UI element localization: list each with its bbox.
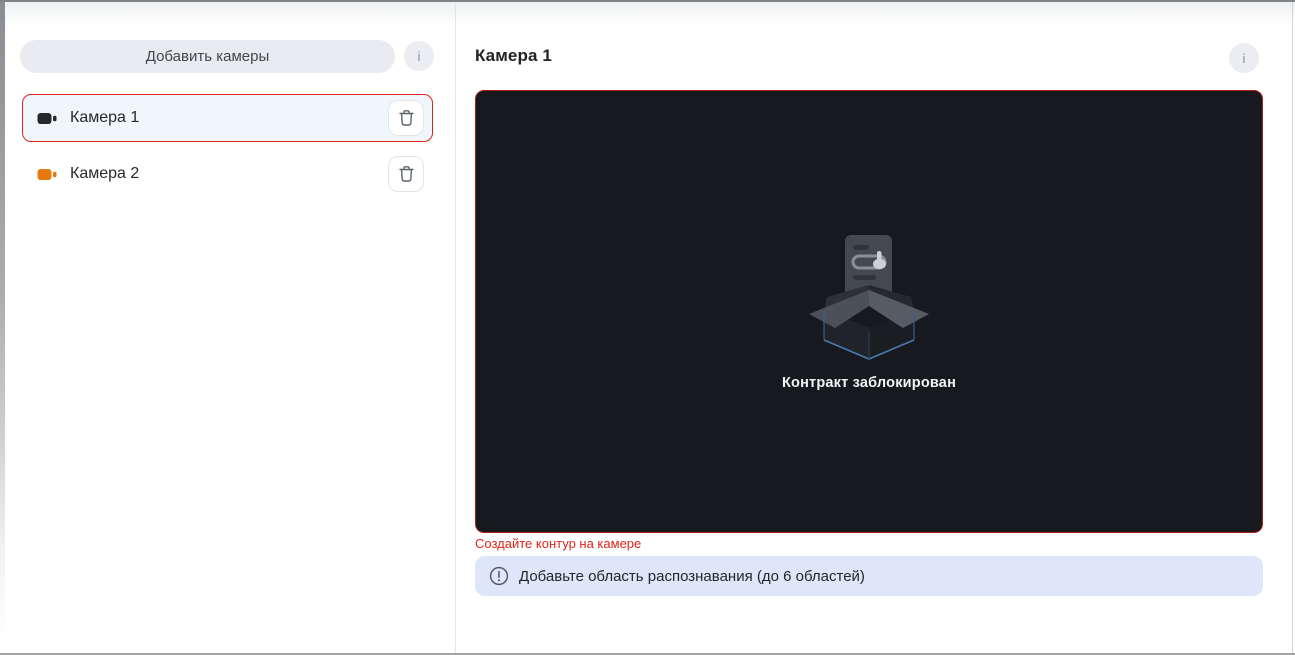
video-status-text: Контракт заблокирован [781, 374, 957, 391]
window-top-edge [0, 0, 1295, 2]
validation-error-text: Создайте контур на камере [475, 536, 642, 551]
window-left-shadow [0, 2, 5, 642]
circle-exclamation-icon [489, 566, 509, 586]
video-camera-icon [37, 168, 57, 180]
panel-info-button[interactable]: i [1229, 43, 1259, 73]
camera-sidebar: Добавить камеры i Камера 1 Камера 2 [0, 2, 455, 653]
info-icon: i [1242, 50, 1246, 66]
sidebar-info-button[interactable]: i [404, 41, 434, 71]
camera-label: Камера 1 [70, 109, 140, 126]
trash-icon [398, 166, 414, 182]
recognition-area-banner: Добавьте область распознавания (до 6 обл… [475, 556, 1263, 596]
add-cameras-button[interactable]: Добавить камеры [20, 40, 395, 73]
empty-box-illustration [809, 234, 929, 360]
app-window: Добавить камеры i Камера 1 Камера 2 Каме… [0, 0, 1295, 655]
delete-camera-1-button[interactable] [388, 100, 424, 136]
window-right-edge [1292, 2, 1293, 653]
camera-label: Камера 2 [70, 165, 140, 182]
info-icon: i [417, 48, 421, 64]
camera-list-item-2[interactable]: Камера 2 [22, 150, 433, 198]
camera-list-item-1[interactable]: Камера 1 [22, 94, 433, 142]
delete-camera-2-button[interactable] [388, 156, 424, 192]
camera-video-canvas[interactable]: Контракт заблокирован [475, 90, 1263, 533]
trash-icon [398, 110, 414, 126]
sidebar-divider [455, 2, 456, 653]
video-camera-icon [37, 112, 57, 124]
page-title: Камера 1 [475, 46, 552, 65]
banner-text: Добавьте область распознавания (до 6 обл… [519, 567, 865, 585]
open-box [809, 284, 929, 360]
camera-detail-panel: Камера 1 i Контракт заблокирован Создайт… [456, 2, 1295, 653]
